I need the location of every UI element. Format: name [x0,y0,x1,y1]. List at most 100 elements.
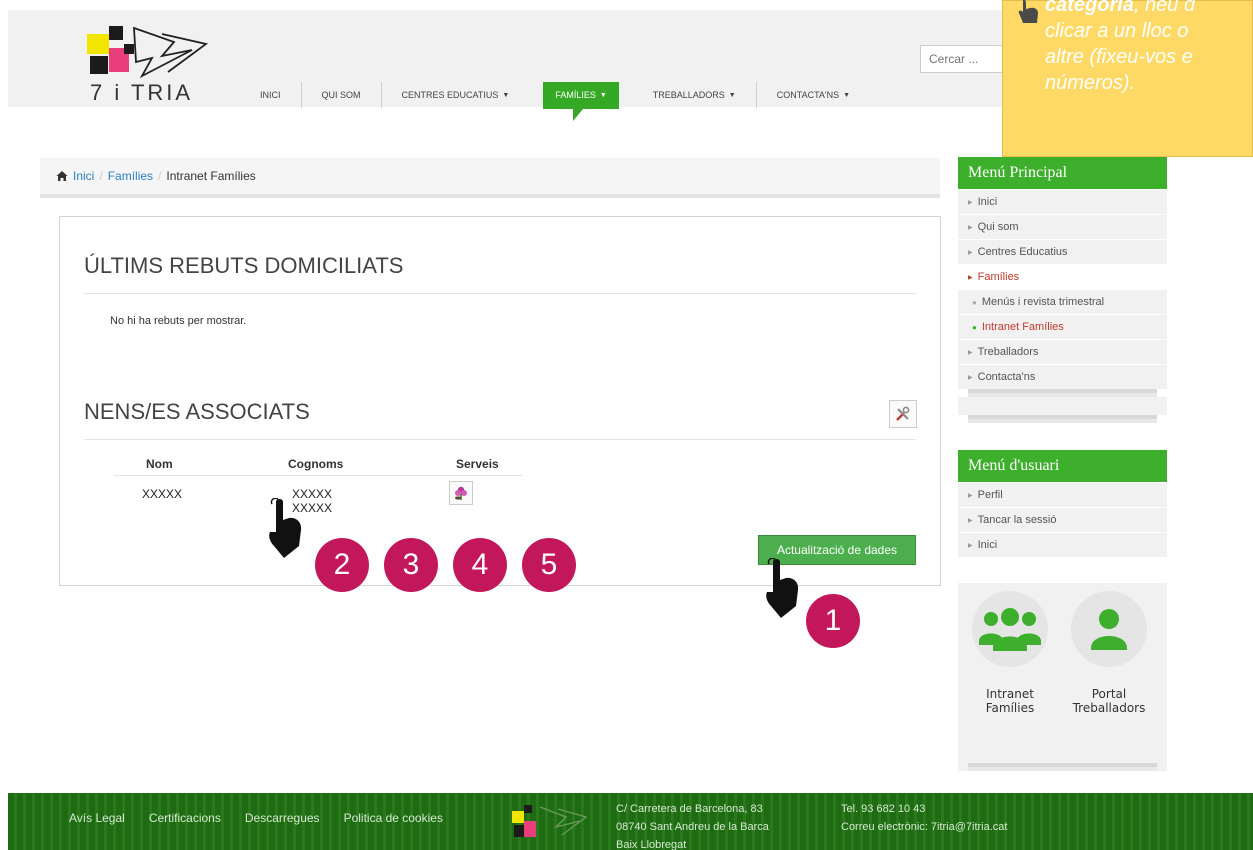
sidebar-item-label: Centres Educatius [977,246,1068,258]
breadcrumb-inici[interactable]: Inici [73,169,94,183]
home-icon [56,171,68,181]
breadcrumb-families[interactable]: Famílies [108,169,153,183]
address-line: 08740 Sant Andreu de la Barca [616,821,769,833]
arrow-right-icon: ▶ [968,349,973,356]
caret-down-icon: ▼ [843,91,851,99]
sidebar-item-contactans[interactable]: ▶ Contacta'ns [958,364,1167,389]
note-text: categoria, heu d clicar a un lloc o altr… [1045,0,1252,96]
site-logo[interactable]: 7 i TRIA [82,22,232,107]
nav-inici[interactable]: INICI [240,82,301,108]
footer-link-avis-legal[interactable]: Avís Legal [69,811,125,825]
search-input[interactable] [920,45,1012,73]
hand-pointer-icon [766,558,799,618]
quick-links: Intranet Famílies Portal Treballadors [958,583,1167,771]
sidebar-item-logout[interactable]: ▶ Tancar la sessió [958,507,1167,532]
user-icon [1071,591,1147,667]
hand-pointer-icon [1018,0,1038,23]
caret-down-icon: ▼ [728,91,736,99]
step-badge-3: 3 [384,538,438,592]
receipts-empty-message: No hi ha rebuts per mostrar. [110,315,247,327]
arrow-right-icon: ▶ [968,199,973,206]
main-panel: ÚLTIMS REBUTS DOMICILIATS No hi ha rebut… [59,216,941,586]
sidebar-item-centres[interactable]: ▶ Centres Educatius [958,239,1167,264]
note-line: clicar a un lloc o [1045,20,1189,42]
scroll-track [968,389,1157,397]
quick-link-portal-treballadors[interactable]: Portal Treballadors [1069,591,1149,715]
sidebar-subitem-intranet[interactable]: ● Intranet Famílies [958,314,1167,339]
note-line: altre (fixeu-vos e [1045,46,1193,68]
nav-treballadors[interactable]: TREBALLADORS ▼ [633,82,756,108]
nav-qui-som[interactable]: QUI SOM [300,82,381,108]
logo-text: 7 i TRIA [90,80,194,105]
sidebar-item-families[interactable]: ▶ Famílies [958,264,1167,289]
quick-link-label: Intranet [986,687,1034,701]
arrow-right-icon: ▶ [968,542,973,549]
arrow-right-icon: ▶ [968,374,973,381]
table-row-divider [114,475,522,476]
arrow-right-icon: ▶ [968,492,973,499]
step-badge-4: 4 [453,538,507,592]
footer-link-certificacions[interactable]: Certificacions [149,811,221,825]
bullet-icon: ● [972,322,977,332]
sidebar-item-label: Perfil [977,489,1003,501]
nav-label: TREBALLADORS [652,90,725,100]
footer-phone: Tel. 93 682 10 43 [841,803,926,815]
main-menu-title: Menú Principal [958,157,1167,189]
sidebar-item-qui-som[interactable]: ▶ Qui som [958,214,1167,239]
sidebar-item-label: Inici [977,196,998,208]
footer-address: C/ Carretera de Barcelona, 83 08740 Sant… [616,800,769,850]
nav-label: CONTACTA'NS [776,90,840,100]
arrow-right-icon: ▶ [968,249,973,256]
flower-icon [455,486,467,500]
sidebar-user-menu: Menú d'usuari ▶ Perfil ▶ Tancar la sessió … [958,450,1167,557]
sidebar-item-label: Intranet Famílies [981,321,1064,333]
sidebar-item-label: Qui som [977,221,1019,233]
bullet-icon: ● [972,297,977,307]
footer-link-descarregues[interactable]: Descarregues [245,811,320,825]
tutorial-note: categoria, heu d clicar a un lloc o altr… [1002,0,1253,157]
main-nav: INICI QUI SOM CENTRES EDUCATIUS ▼ FAMÍLIE… [240,80,870,121]
caret-down-icon: ▼ [502,91,510,99]
sidebar-item-label: Contacta'ns [977,371,1036,383]
sidebar-item-label: Inici [977,539,998,551]
nav-label: QUI SOM [321,90,361,100]
sidebar-spacer [958,397,1167,415]
sidebar-item-perfil[interactable]: ▶ Perfil [958,482,1167,507]
hand-pointer-icon [269,498,302,558]
quick-link-intranet-families[interactable]: Intranet Famílies [970,591,1050,715]
nav-centres-educatius[interactable]: CENTRES EDUCATIUS ▼ [380,82,530,108]
breadcrumb-separator: / [158,169,162,183]
sidebar-item-label: Famílies [977,271,1020,283]
nav-contactans[interactable]: CONTACTA'NS ▼ [755,82,870,108]
divider [84,439,916,440]
scroll-track [968,763,1157,771]
column-header-cognoms: Cognoms [288,457,344,471]
quick-link-label: Famílies [985,701,1035,715]
sidebar-item-inici-user[interactable]: ▶ Inici [958,532,1167,557]
sidebar-item-inici[interactable]: ▶ Inici [958,189,1167,214]
caret-down-icon: ▼ [599,91,607,99]
sidebar-item-label: Treballadors [977,346,1039,358]
edit-children-button[interactable] [889,400,917,428]
footer-link-cookies[interactable]: Politica de cookies [344,811,443,825]
sidebar-item-treballadors[interactable]: ▶ Treballadors [958,339,1167,364]
footer-email[interactable]: Correu electrònic: 7itria@7itria.cat [841,818,1007,836]
footer-logo-icon [512,805,588,837]
note-line: , heu d [1133,0,1196,16]
nav-label: FAMÍLIES [555,90,596,100]
column-header-nom: Nom [146,457,173,471]
sidebar-item-label: Menús i revista trimestral [981,296,1105,308]
quick-link-label: Portal [1091,687,1127,701]
sidebar-subitem-menus[interactable]: ● Menús i revista trimestral [958,289,1167,314]
footer-contact: Tel. 93 682 10 43 Correu electrònic: 7it… [841,800,1007,836]
note-bold: categoria [1045,0,1134,16]
tools-icon [896,406,910,421]
sidebar-item-label: Tancar la sessió [977,514,1057,526]
arrow-right-icon: ▶ [968,517,973,524]
users-group-icon [972,591,1048,667]
user-menu-title: Menú d'usuari [958,450,1167,482]
site-footer: Avís Legal Certificacions Descarregues P… [8,793,1253,850]
nav-families[interactable]: FAMÍLIES ▼ [543,81,619,121]
serveis-button[interactable] [449,481,473,505]
cell-nom: XXXXX [142,487,183,501]
